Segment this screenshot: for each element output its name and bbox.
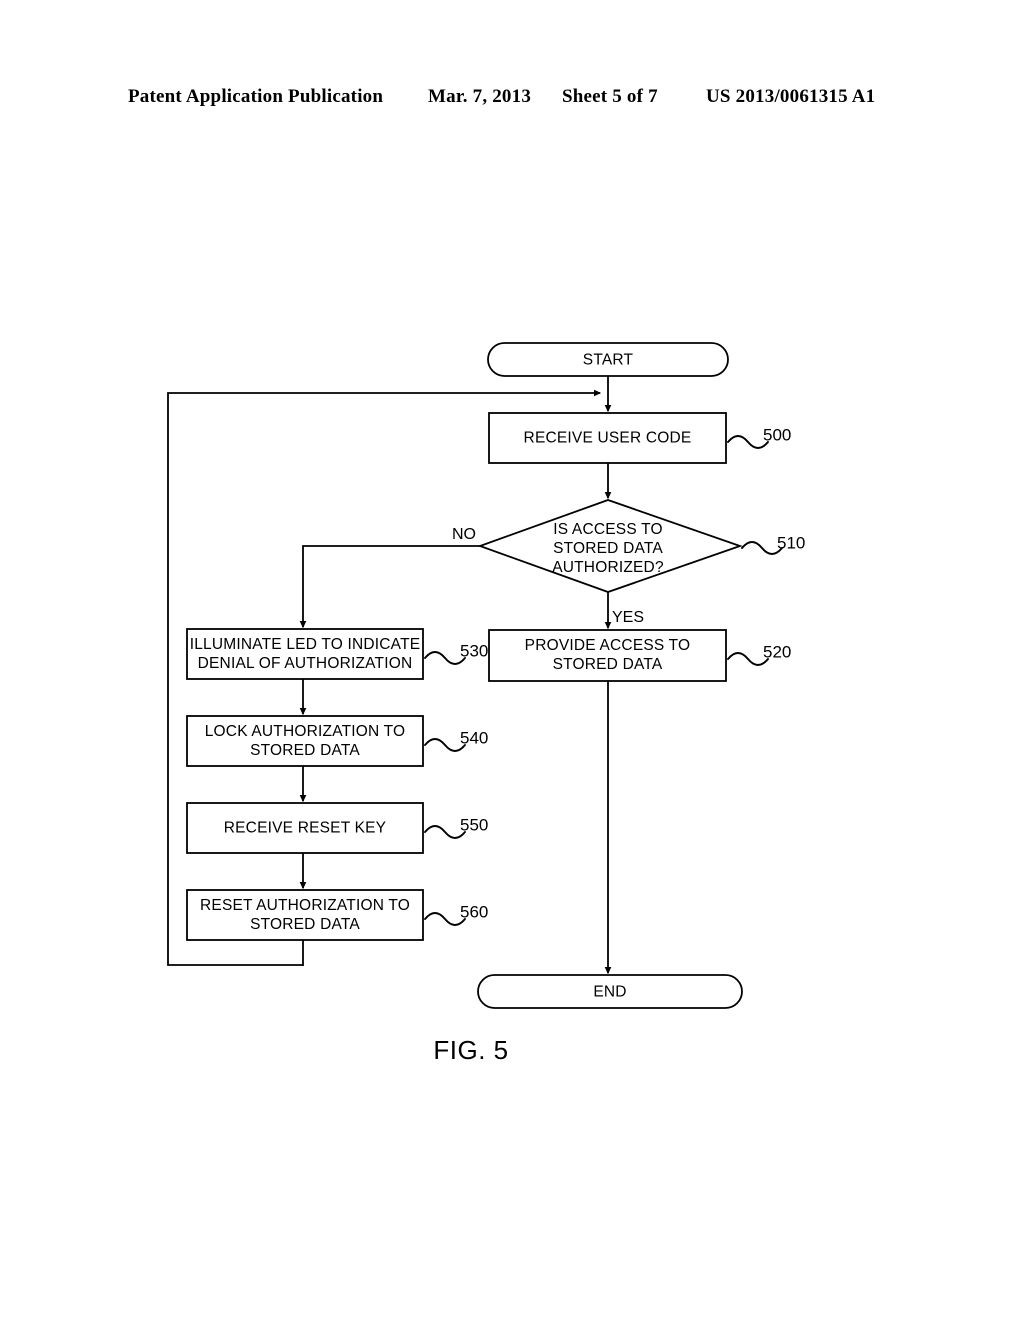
ref-numeral-550: 550 [460,815,488,834]
node-receive-reset-key-label: RECEIVE RESET KEY [224,820,386,837]
figure-caption: FIG. 5 [433,1035,508,1065]
ref-numeral-520: 520 [763,642,791,661]
leader-line-510 [741,541,783,555]
leader-line-500 [727,435,769,449]
ref-numeral-540: 540 [460,728,488,747]
node-decision-access-authorized: IS ACCESS TO STORED DATA AUTHORIZED? 510 [477,499,805,593]
node-lock-authorization-label-line1: LOCK AUTHORIZATION TO [205,723,406,740]
connector-510-no-to-530 [299,545,480,629]
node-lock-authorization: LOCK AUTHORIZATION TO STORED DATA 540 [186,715,488,767]
node-illuminate-led-label-line2: DENIAL OF AUTHORIZATION [198,655,413,672]
leader-line-520 [727,652,769,666]
figure-5-flowchart: START RECEIVE USER CODE 500 IS ACCESS TO… [0,0,1024,1320]
node-provide-access-label-line1: PROVIDE ACCESS TO [525,637,691,654]
node-provide-access-label-line2: STORED DATA [553,656,663,673]
leader-line-530 [424,651,466,665]
node-decision-label-line3: AUTHORIZED? [552,559,664,576]
node-start: START [487,342,729,377]
leader-line-560 [424,912,466,926]
node-receive-user-code: RECEIVE USER CODE 500 [488,412,791,464]
leader-line-550 [424,825,466,839]
node-reset-authorization: RESET AUTHORIZATION TO STORED DATA 560 [186,889,488,941]
node-start-label: START [583,352,634,369]
node-end: END [477,974,743,1009]
leader-line-540 [424,738,466,752]
node-decision-label-line2: STORED DATA [553,540,663,557]
ref-numeral-530: 530 [460,641,488,660]
node-receive-reset-key: RECEIVE RESET KEY 550 [186,802,488,854]
ref-numeral-510: 510 [777,533,805,552]
node-illuminate-led: ILLUMINATE LED TO INDICATE DENIAL OF AUT… [186,628,488,680]
branch-label-yes: YES [612,609,644,626]
node-lock-authorization-label-line2: STORED DATA [250,742,360,759]
node-end-label: END [593,984,626,1001]
node-reset-authorization-label-line1: RESET AUTHORIZATION TO [200,897,410,914]
node-illuminate-led-label-line1: ILLUMINATE LED TO INDICATE [190,636,421,653]
ref-numeral-560: 560 [460,902,488,921]
node-provide-access: PROVIDE ACCESS TO STORED DATA 520 [488,629,791,682]
node-decision-label-line1: IS ACCESS TO [553,521,663,538]
node-receive-user-code-label: RECEIVE USER CODE [524,430,692,447]
branch-label-no: NO [452,526,476,543]
ref-numeral-500: 500 [763,425,791,444]
node-reset-authorization-label-line2: STORED DATA [250,916,360,933]
